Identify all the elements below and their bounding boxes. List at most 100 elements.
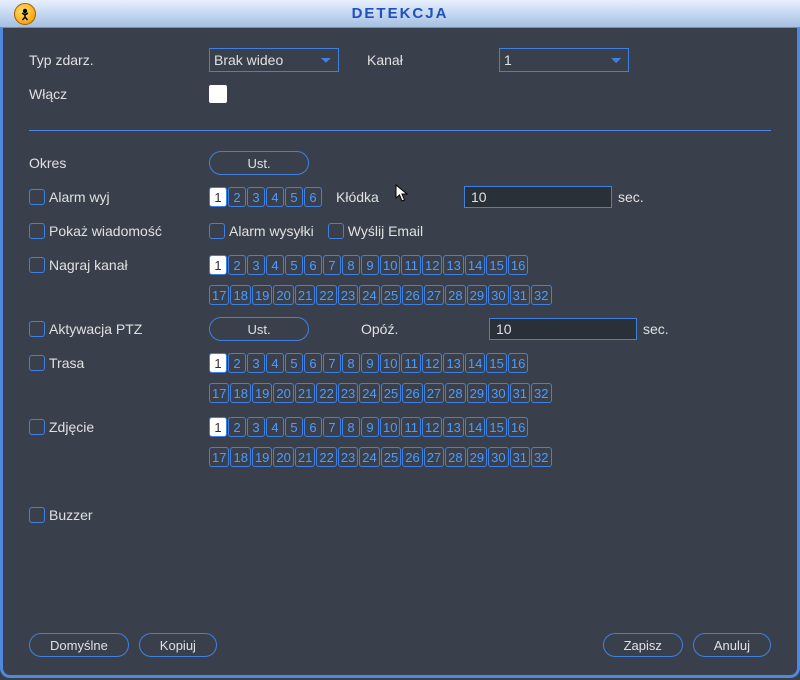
- tour-checkbox[interactable]: [29, 355, 45, 371]
- channel-box-13[interactable]: 13: [443, 353, 463, 373]
- ptz-checkbox[interactable]: [29, 321, 45, 337]
- channel-box-7[interactable]: 7: [323, 417, 341, 437]
- channel-box-15[interactable]: 15: [486, 353, 506, 373]
- buzzer-checkbox[interactable]: [29, 507, 45, 523]
- default-button[interactable]: Domyślne: [29, 633, 129, 657]
- channel-box-13[interactable]: 13: [443, 417, 463, 437]
- send-email-checkbox[interactable]: [328, 223, 344, 239]
- channel-box-16[interactable]: 16: [508, 353, 528, 373]
- channel-box-15[interactable]: 15: [486, 255, 506, 275]
- channel-box-30[interactable]: 30: [488, 383, 508, 403]
- channel-box-2[interactable]: 2: [228, 353, 246, 373]
- channel-box-5[interactable]: 5: [285, 255, 303, 275]
- channel-box-23[interactable]: 23: [338, 285, 358, 305]
- record-ch-checkbox[interactable]: [29, 257, 45, 273]
- channel-box-27[interactable]: 27: [424, 447, 444, 467]
- channel-box-6[interactable]: 6: [304, 255, 322, 275]
- channel-box-29[interactable]: 29: [467, 285, 487, 305]
- channel-box-5[interactable]: 5: [285, 353, 303, 373]
- channel-box-23[interactable]: 23: [338, 383, 358, 403]
- channel-box-14[interactable]: 14: [465, 417, 485, 437]
- channel-box-28[interactable]: 28: [445, 285, 465, 305]
- channel-box-8[interactable]: 8: [342, 255, 360, 275]
- copy-button[interactable]: Kopiuj: [139, 633, 217, 657]
- channel-box-25[interactable]: 25: [381, 383, 401, 403]
- channel-box-13[interactable]: 13: [443, 255, 463, 275]
- channel-box-10[interactable]: 10: [380, 417, 400, 437]
- channel-box-20[interactable]: 20: [273, 285, 293, 305]
- channel-box-17[interactable]: 17: [209, 383, 229, 403]
- channel-box-9[interactable]: 9: [361, 255, 379, 275]
- channel-box-31[interactable]: 31: [510, 285, 530, 305]
- channel-box-27[interactable]: 27: [424, 383, 444, 403]
- channel-box-14[interactable]: 14: [465, 255, 485, 275]
- channel-box-19[interactable]: 19: [252, 383, 272, 403]
- channel-box-29[interactable]: 29: [467, 447, 487, 467]
- channel-box-28[interactable]: 28: [445, 383, 465, 403]
- channel-box-2[interactable]: 2: [228, 417, 246, 437]
- channel-box-7[interactable]: 7: [323, 353, 341, 373]
- channel-box-7[interactable]: 7: [323, 255, 341, 275]
- enable-checkbox[interactable]: [209, 85, 227, 103]
- channel-box-20[interactable]: 20: [273, 383, 293, 403]
- channel-box-5[interactable]: 5: [285, 187, 303, 207]
- save-button[interactable]: Zapisz: [603, 633, 683, 657]
- channel-box-8[interactable]: 8: [342, 417, 360, 437]
- channel-box-17[interactable]: 17: [209, 285, 229, 305]
- show-msg-checkbox[interactable]: [29, 223, 45, 239]
- channel-box-4[interactable]: 4: [266, 417, 284, 437]
- channel-box-16[interactable]: 16: [508, 255, 528, 275]
- channel-box-18[interactable]: 18: [230, 285, 250, 305]
- channel-box-21[interactable]: 21: [295, 383, 315, 403]
- channel-box-11[interactable]: 11: [401, 417, 421, 437]
- channel-box-9[interactable]: 9: [361, 417, 379, 437]
- channel-box-17[interactable]: 17: [209, 447, 229, 467]
- delay-input[interactable]: [489, 318, 637, 340]
- channel-box-21[interactable]: 21: [295, 447, 315, 467]
- channel-box-8[interactable]: 8: [342, 353, 360, 373]
- channel-box-4[interactable]: 4: [266, 353, 284, 373]
- alarm-out-checkbox[interactable]: [29, 189, 45, 205]
- channel-box-4[interactable]: 4: [266, 255, 284, 275]
- channel-box-3[interactable]: 3: [247, 255, 265, 275]
- channel-box-6[interactable]: 6: [304, 353, 322, 373]
- channel-box-28[interactable]: 28: [445, 447, 465, 467]
- channel-box-9[interactable]: 9: [361, 353, 379, 373]
- channel-box-16[interactable]: 16: [508, 417, 528, 437]
- channel-box-26[interactable]: 26: [402, 285, 422, 305]
- channel-select[interactable]: 1: [499, 48, 629, 72]
- channel-box-4[interactable]: 4: [266, 187, 284, 207]
- channel-box-25[interactable]: 25: [381, 447, 401, 467]
- channel-box-6[interactable]: 6: [304, 187, 322, 207]
- channel-box-22[interactable]: 22: [316, 285, 336, 305]
- ptz-set-button[interactable]: Ust.: [209, 317, 309, 341]
- channel-box-18[interactable]: 18: [230, 383, 250, 403]
- channel-box-12[interactable]: 12: [422, 353, 442, 373]
- channel-box-1[interactable]: 1: [209, 187, 227, 207]
- channel-box-3[interactable]: 3: [247, 353, 265, 373]
- channel-box-24[interactable]: 24: [359, 447, 379, 467]
- channel-box-31[interactable]: 31: [510, 383, 530, 403]
- channel-box-23[interactable]: 23: [338, 447, 358, 467]
- channel-box-1[interactable]: 1: [209, 417, 227, 437]
- channel-box-22[interactable]: 22: [316, 447, 336, 467]
- event-type-select[interactable]: Brak wideo: [209, 48, 339, 72]
- channel-box-11[interactable]: 11: [401, 255, 421, 275]
- channel-box-12[interactable]: 12: [422, 417, 442, 437]
- channel-box-30[interactable]: 30: [488, 447, 508, 467]
- channel-box-11[interactable]: 11: [401, 353, 421, 373]
- channel-box-27[interactable]: 27: [424, 285, 444, 305]
- channel-box-29[interactable]: 29: [467, 383, 487, 403]
- channel-box-19[interactable]: 19: [252, 447, 272, 467]
- channel-box-1[interactable]: 1: [209, 353, 227, 373]
- channel-box-32[interactable]: 32: [531, 383, 551, 403]
- channel-box-21[interactable]: 21: [295, 285, 315, 305]
- channel-box-26[interactable]: 26: [402, 383, 422, 403]
- channel-box-6[interactable]: 6: [304, 417, 322, 437]
- latch-input[interactable]: [464, 186, 612, 208]
- cancel-button[interactable]: Anuluj: [693, 633, 771, 657]
- channel-box-24[interactable]: 24: [359, 285, 379, 305]
- channel-box-20[interactable]: 20: [273, 447, 293, 467]
- channel-box-1[interactable]: 1: [209, 255, 227, 275]
- channel-box-14[interactable]: 14: [465, 353, 485, 373]
